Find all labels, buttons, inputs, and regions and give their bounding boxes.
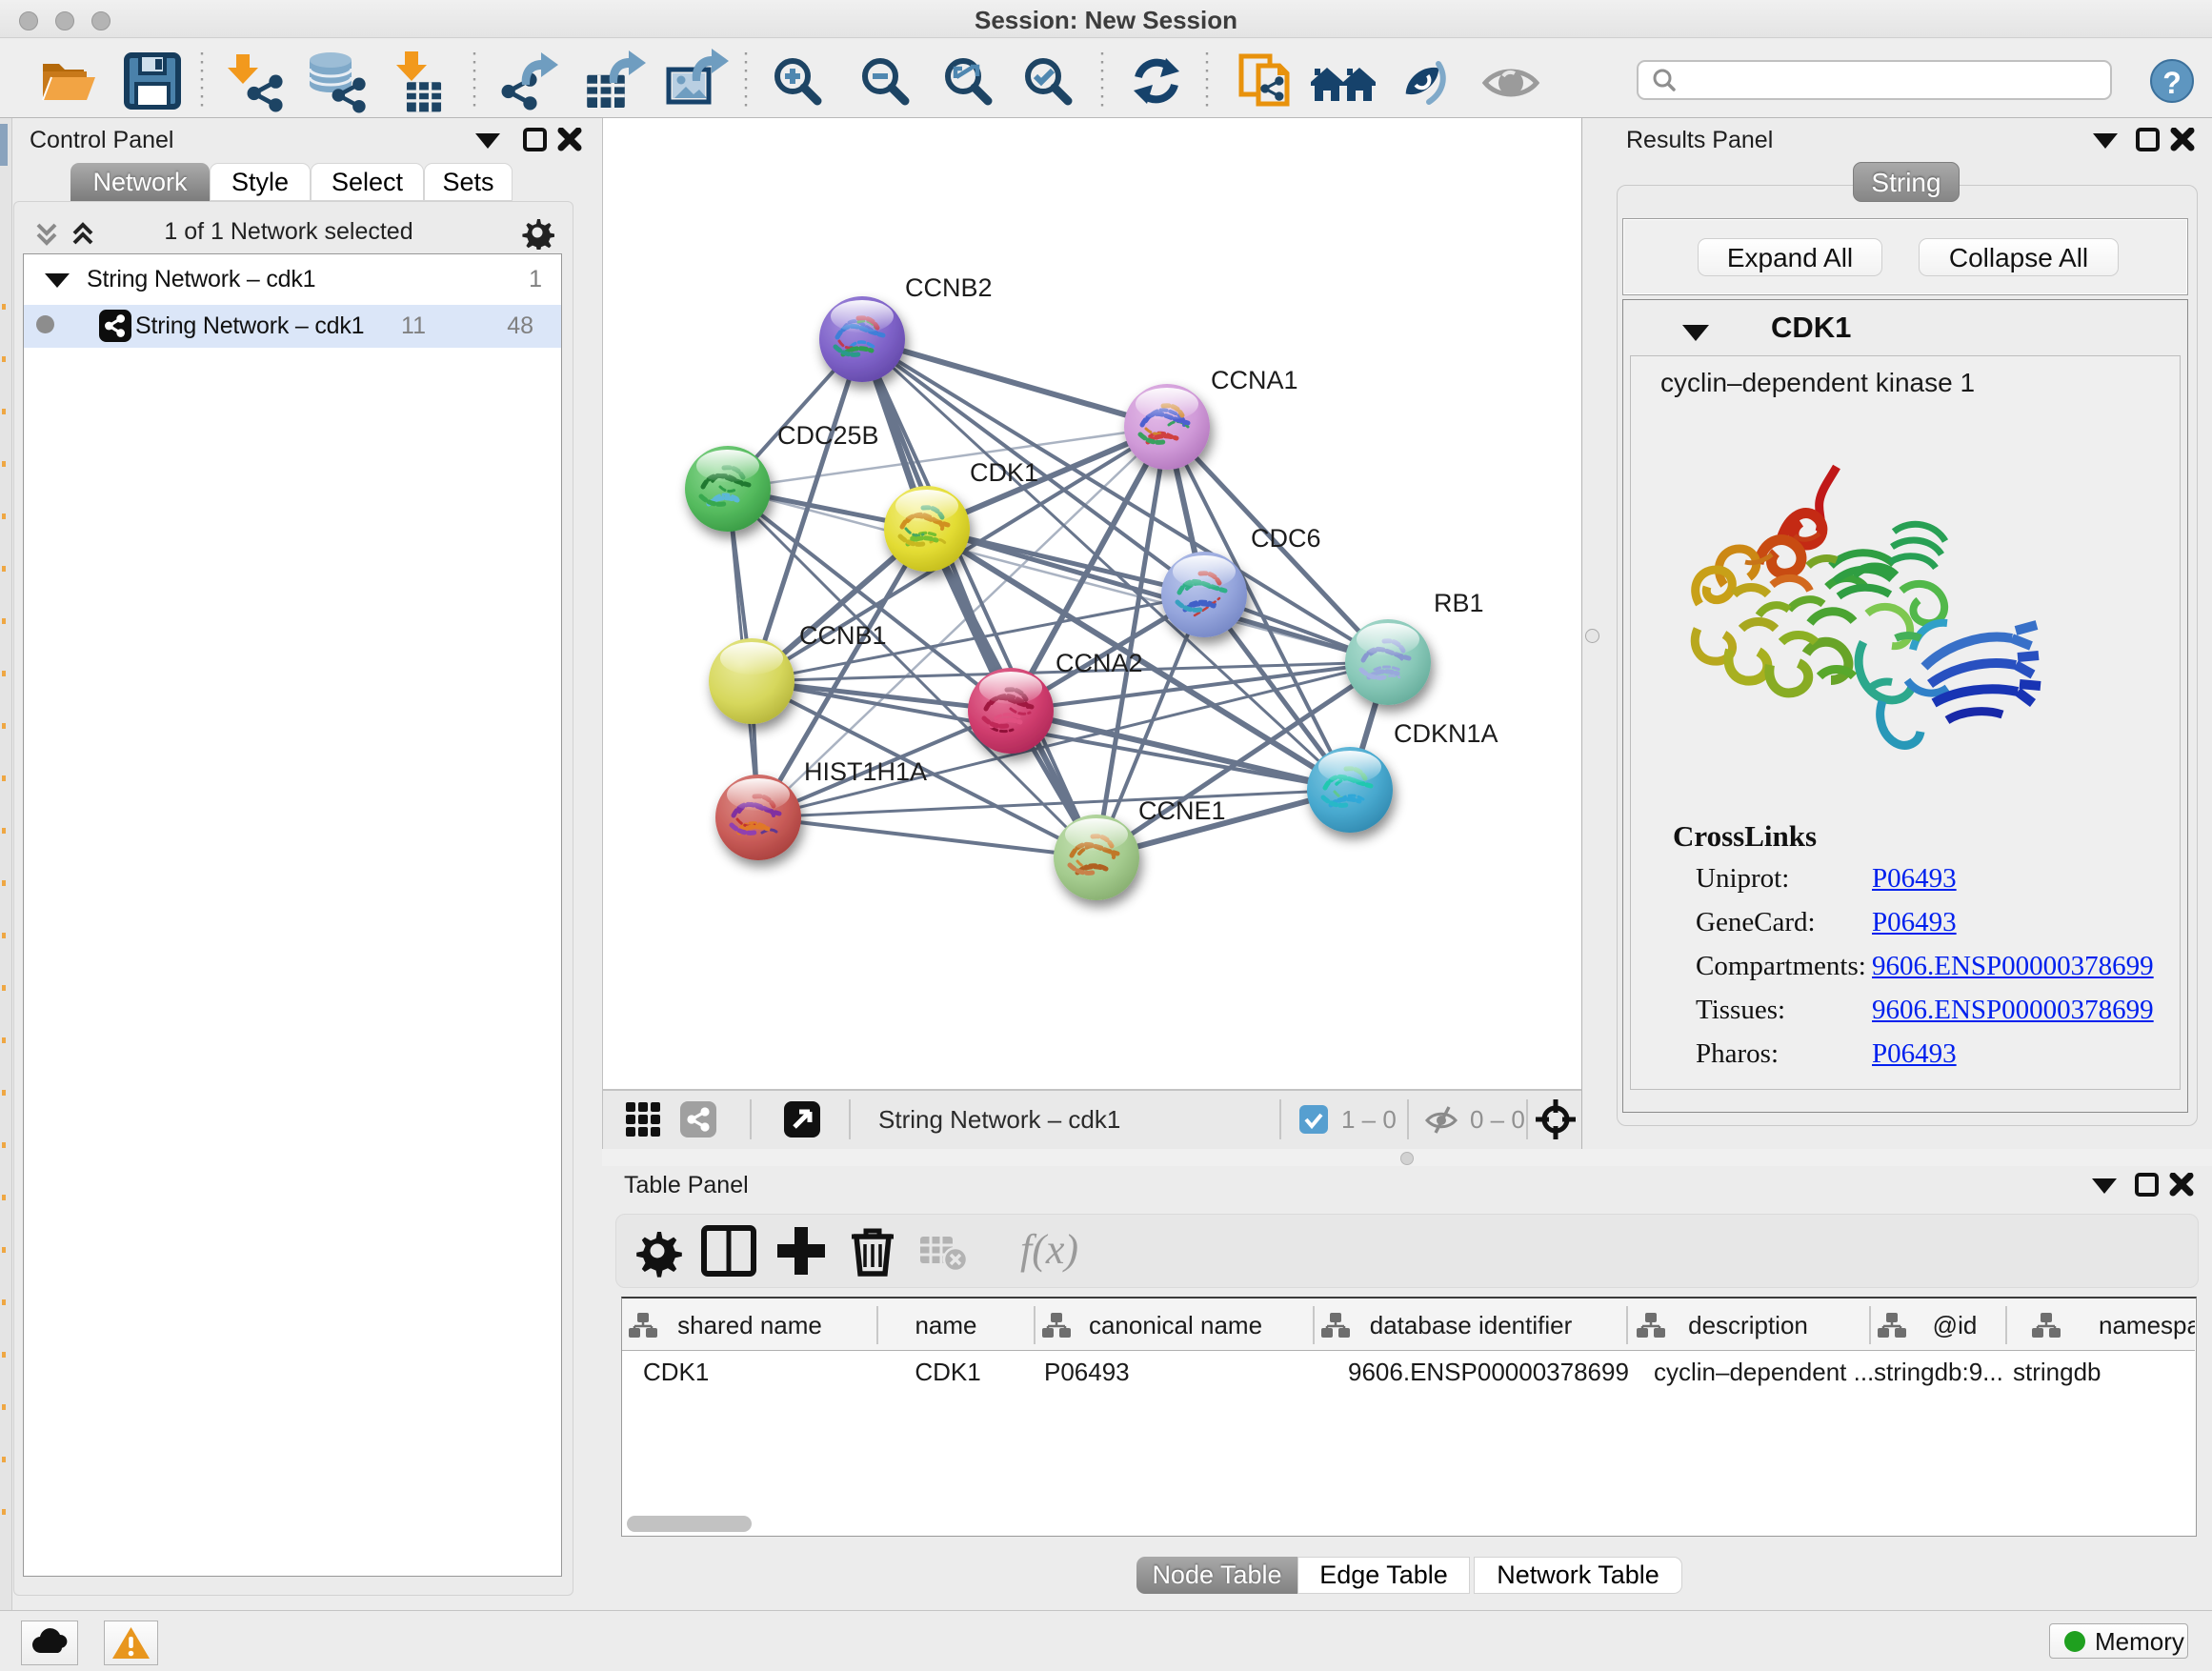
svg-text:f(x): f(x) bbox=[1020, 1226, 1078, 1273]
svg-text:CDK1: CDK1 bbox=[970, 458, 1038, 487]
svg-text:?: ? bbox=[2162, 66, 2182, 100]
svg-text:name: name bbox=[915, 1311, 976, 1339]
svg-text:stringdb:9...: stringdb:9... bbox=[1874, 1358, 2003, 1386]
svg-text:CCNA2: CCNA2 bbox=[1056, 649, 1143, 677]
svg-text:description: description bbox=[1688, 1311, 1808, 1339]
svg-text:CDC25B: CDC25B bbox=[777, 421, 879, 450]
svg-text:CDK1: CDK1 bbox=[643, 1358, 709, 1386]
svg-text:canonical name: canonical name bbox=[1089, 1311, 1262, 1339]
svg-text:database identifier: database identifier bbox=[1370, 1311, 1573, 1339]
svg-text:CCNA1: CCNA1 bbox=[1211, 366, 1298, 394]
svg-text:stringdb: stringdb bbox=[2013, 1358, 2101, 1386]
svg-text:CCNB2: CCNB2 bbox=[905, 273, 993, 302]
svg-text:0 – 0: 0 – 0 bbox=[1470, 1105, 1525, 1134]
svg-text:CDKN1A: CDKN1A bbox=[1394, 719, 1498, 748]
svg-text:P06493: P06493 bbox=[1044, 1358, 1130, 1386]
svg-text:@id: @id bbox=[1933, 1311, 1978, 1339]
svg-text:cyclin–dependent ...: cyclin–dependent ... bbox=[1654, 1358, 1874, 1386]
svg-text:9606.ENSP00000378699: 9606.ENSP00000378699 bbox=[1348, 1358, 1629, 1386]
svg-text:CCNE1: CCNE1 bbox=[1138, 796, 1226, 825]
svg-text:CCNB1: CCNB1 bbox=[799, 621, 887, 650]
svg-text:RB1: RB1 bbox=[1434, 589, 1484, 617]
svg-text:CDC6: CDC6 bbox=[1251, 524, 1321, 553]
svg-text:namespac: namespac bbox=[2099, 1311, 2195, 1339]
svg-text:1 – 0: 1 – 0 bbox=[1341, 1105, 1397, 1134]
svg-text:HIST1H1A: HIST1H1A bbox=[804, 757, 927, 786]
svg-text:CDK1: CDK1 bbox=[915, 1358, 980, 1386]
svg-text:String Network – cdk1: String Network – cdk1 bbox=[878, 1105, 1120, 1134]
svg-text:shared name: shared name bbox=[677, 1311, 822, 1339]
